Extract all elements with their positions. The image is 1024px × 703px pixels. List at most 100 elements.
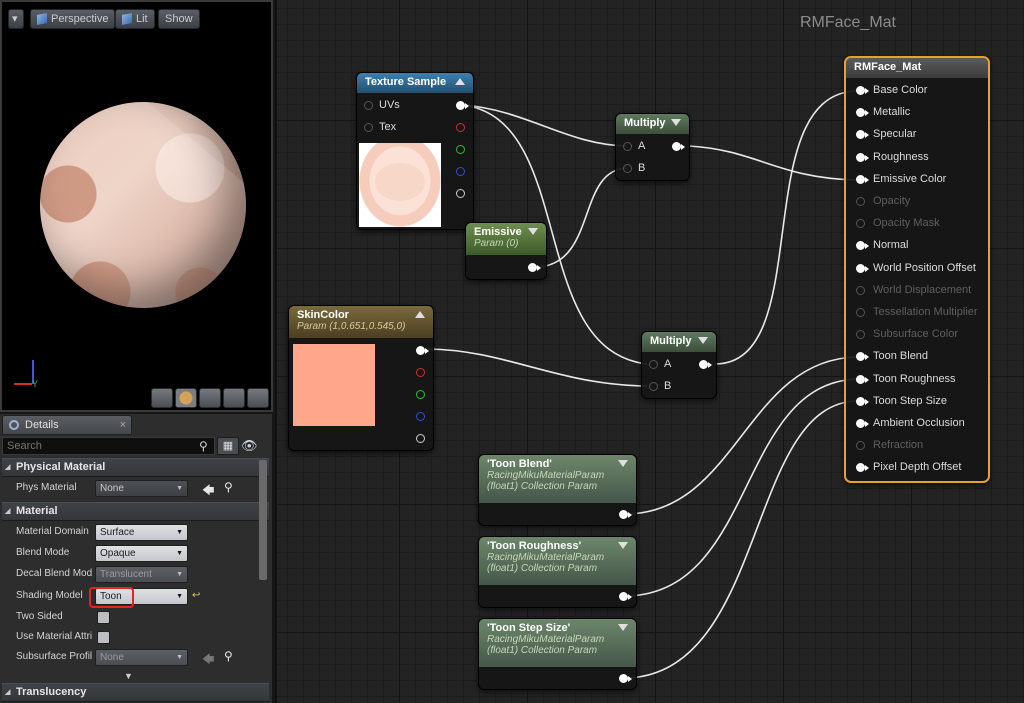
browse-search-icon[interactable]: ⚲ xyxy=(224,649,233,663)
toon-step-size-param-node[interactable]: 'Toon Step Size' RacingMikuMaterialParam… xyxy=(478,618,637,690)
material-preview-viewport[interactable]: ▾ Perspective Lit Show Y xyxy=(0,0,273,412)
pin-b-output[interactable] xyxy=(416,412,425,421)
pin-g-output[interactable] xyxy=(456,145,465,154)
multiply-1-header[interactable]: Multiply xyxy=(616,114,689,134)
use-material-attributes-checkbox[interactable] xyxy=(97,631,110,644)
skincolor-swatch[interactable] xyxy=(293,344,375,426)
pin-toon-step-size-input[interactable] xyxy=(856,396,869,406)
viewport-options-button[interactable]: ▾ xyxy=(8,9,24,29)
skincolor-header[interactable]: SkinColor Param (1,0.651,0.545,0) xyxy=(289,306,433,338)
pin-metallic-input[interactable] xyxy=(856,108,869,118)
pin-toon-step-size-output[interactable] xyxy=(619,674,632,683)
toon-step-size-header[interactable]: 'Toon Step Size' RacingMikuMaterialParam… xyxy=(479,619,636,667)
details-tab[interactable]: Details × xyxy=(2,415,132,435)
pin-refraction-input[interactable] xyxy=(856,441,865,451)
multiply-node-1[interactable]: Multiply A B xyxy=(615,113,690,181)
skincolor-param-node[interactable]: SkinColor Param (1,0.651,0.545,0) xyxy=(288,305,434,451)
collapse-triangle-icon[interactable] xyxy=(455,78,465,85)
mesh-icon[interactable] xyxy=(247,388,269,408)
material-graph-canvas[interactable]: RMFace_Mat Texture Sample UVs Tex Multip… xyxy=(275,0,1024,703)
use-selected-arrow-icon[interactable]: 🡄 xyxy=(202,650,214,671)
texture-sample-header[interactable]: Texture Sample xyxy=(357,73,473,93)
lit-button[interactable]: Lit xyxy=(115,9,155,29)
pin-subsurface-color-input[interactable] xyxy=(856,330,865,340)
pin-toon-roughness-output[interactable] xyxy=(619,592,632,601)
pin-emissive-output[interactable] xyxy=(528,263,541,272)
pin-base-color-input[interactable] xyxy=(856,86,869,95)
pin-roughness-input[interactable] xyxy=(856,152,869,162)
expand-triangle-icon[interactable] xyxy=(618,542,628,549)
details-search-input[interactable] xyxy=(2,437,215,455)
pin-a-input[interactable] xyxy=(623,142,632,151)
pin-tex-input[interactable] xyxy=(364,123,373,132)
view-options-eye-icon[interactable]: 👁︎ xyxy=(241,438,258,454)
cube-icon[interactable] xyxy=(223,388,245,408)
emissive-header[interactable]: Emissive Param (0) xyxy=(466,223,546,255)
material-result-node[interactable]: RMFace_Mat Base Color Metallic Specular Rou… xyxy=(844,56,990,483)
toon-blend-header[interactable]: 'Toon Blend' RacingMikuMaterialParam (fl… xyxy=(479,455,636,503)
pin-r-output[interactable] xyxy=(416,368,425,377)
pin-b-output[interactable] xyxy=(456,167,465,176)
perspective-button[interactable]: Perspective xyxy=(30,9,116,29)
pin-ambient-occlusion-input[interactable] xyxy=(856,419,869,428)
toon-roughness-param-node[interactable]: 'Toon Roughness' RacingMikuMaterialParam… xyxy=(478,536,637,608)
pin-specular-input[interactable] xyxy=(856,130,869,140)
pin-tessellation-multiplier-input[interactable] xyxy=(856,308,865,317)
close-tab-icon[interactable]: × xyxy=(120,416,126,434)
pin-a-output[interactable] xyxy=(416,434,425,443)
two-sided-checkbox[interactable] xyxy=(97,611,110,624)
emissive-param-node[interactable]: Emissive Param (0) xyxy=(465,222,547,280)
category-material[interactable]: Material xyxy=(2,502,269,521)
pin-b-input[interactable] xyxy=(649,382,658,391)
category-translucency[interactable]: Translucency xyxy=(2,683,269,702)
pin-toon-blend-output[interactable] xyxy=(619,510,632,519)
pin-uvs-input[interactable] xyxy=(364,101,373,110)
pin-g-output[interactable] xyxy=(416,390,425,399)
material-domain-combo[interactable]: Surface xyxy=(95,524,188,541)
show-button[interactable]: Show xyxy=(158,9,200,29)
pin-multiply-1-output[interactable] xyxy=(672,142,685,151)
sphere-icon[interactable] xyxy=(175,388,197,408)
pin-emissive-color-input[interactable] xyxy=(856,174,869,184)
subsurface-profile-combo[interactable]: None xyxy=(95,649,188,666)
decal-blend-mode-combo[interactable]: Translucent xyxy=(95,566,188,583)
expand-triangle-icon[interactable] xyxy=(528,228,538,235)
multiply-node-2[interactable]: Multiply A B xyxy=(641,331,717,399)
category-physical-material[interactable]: Physical Material xyxy=(2,458,269,477)
pin-opacity-mask-input[interactable] xyxy=(856,219,865,229)
use-selected-arrow-icon[interactable]: 🡄 xyxy=(202,481,214,502)
pin-a-input[interactable] xyxy=(649,360,658,369)
details-scrollbar[interactable] xyxy=(259,460,267,580)
collapse-triangle-icon[interactable] xyxy=(415,311,425,318)
pin-b-input[interactable] xyxy=(623,164,632,173)
multiply-2-header[interactable]: Multiply xyxy=(642,332,716,352)
toon-blend-param-node[interactable]: 'Toon Blend' RacingMikuMaterialParam (fl… xyxy=(478,454,637,526)
pin-toon-blend-input[interactable] xyxy=(856,352,869,362)
reset-to-default-icon[interactable]: ↩ xyxy=(192,590,200,601)
pin-r-output[interactable] xyxy=(456,123,465,132)
expand-triangle-icon[interactable] xyxy=(671,119,681,126)
pin-rgb-output[interactable] xyxy=(456,101,469,110)
pin-pixel-depth-offset-input[interactable] xyxy=(856,463,869,473)
plane-icon[interactable] xyxy=(199,388,221,408)
material-result-header[interactable]: RMFace_Mat xyxy=(846,58,988,78)
pin-opacity-input[interactable] xyxy=(856,197,865,206)
pin-normal-input[interactable] xyxy=(856,241,869,251)
show-advanced-chevron-icon[interactable]: ▼ xyxy=(124,671,133,681)
pin-world-position-offset-input[interactable] xyxy=(856,263,869,273)
pin-world-displacement-input[interactable] xyxy=(856,285,865,295)
property-matrix-button[interactable]: ▦ xyxy=(217,437,239,455)
expand-triangle-icon[interactable] xyxy=(618,624,628,631)
blend-mode-combo[interactable]: Opaque xyxy=(95,545,188,562)
pin-multiply-2-output[interactable] xyxy=(699,360,712,369)
phys-material-combo[interactable]: None xyxy=(95,480,188,497)
cylinder-icon[interactable] xyxy=(151,388,173,408)
pin-toon-roughness-input[interactable] xyxy=(856,374,869,384)
texture-sample-node[interactable]: Texture Sample UVs Tex xyxy=(356,72,474,230)
browse-search-icon[interactable]: ⚲ xyxy=(224,480,233,494)
toon-roughness-header[interactable]: 'Toon Roughness' RacingMikuMaterialParam… xyxy=(479,537,636,585)
pin-a-output[interactable] xyxy=(456,189,465,198)
expand-triangle-icon[interactable] xyxy=(698,337,708,344)
pin-rgb-output[interactable] xyxy=(416,346,429,355)
expand-triangle-icon[interactable] xyxy=(618,460,628,467)
